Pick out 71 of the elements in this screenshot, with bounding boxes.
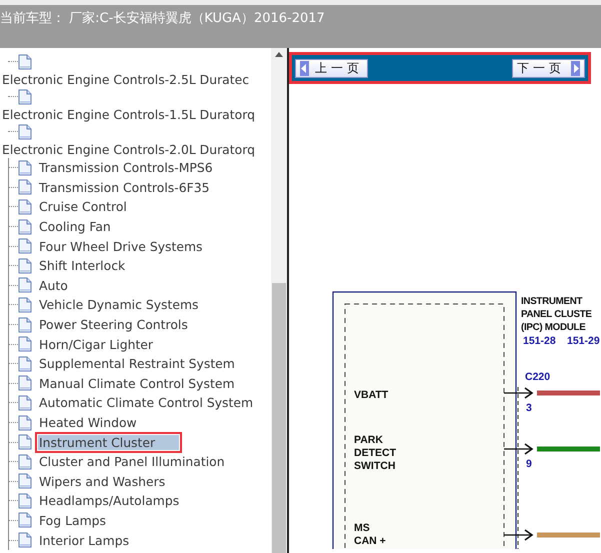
signal-label: MS xyxy=(354,522,370,534)
document-icon xyxy=(18,512,32,528)
tree-item[interactable]: Supplemental Restraint System xyxy=(38,356,236,372)
tree-item[interactable]: Instrument Cluster xyxy=(38,434,180,450)
tree-item[interactable]: Electronic Engine Controls-2.0L Duratorq xyxy=(2,142,255,156)
tree-item[interactable]: Heated Window xyxy=(38,415,138,430)
page-reference: 151-28 xyxy=(523,335,556,347)
document-icon xyxy=(18,434,32,450)
tree-item[interactable]: Wipers and Washers xyxy=(38,474,166,489)
tree-item[interactable]: Interior Lamps xyxy=(38,532,130,548)
document-icon xyxy=(18,394,32,411)
module-title: INSTRUMENT xyxy=(521,296,582,307)
module-title: PANEL CLUSTE xyxy=(521,309,592,320)
tree-item[interactable]: Fog Lamps xyxy=(38,512,107,528)
current-model-title: 当前车型： 厂家:C-长安福特翼虎（KUGA）2016-2017 xyxy=(0,10,326,27)
document-icon xyxy=(18,160,32,176)
right-arrow-icon xyxy=(571,60,580,76)
next-page-button[interactable]: 下一页 xyxy=(512,58,585,78)
tree-item[interactable]: Manual Climate Control System xyxy=(38,376,236,391)
document-icon xyxy=(18,454,32,470)
document-icon xyxy=(18,375,32,392)
document-icon xyxy=(18,277,32,294)
tree-item[interactable]: Four Wheel Drive Systems xyxy=(38,238,204,254)
left-arrow-icon xyxy=(300,60,309,76)
module-title: (IPC) MODULE xyxy=(521,322,586,333)
document-icon xyxy=(18,473,32,490)
document-icon xyxy=(18,356,32,372)
connector-label: C220 xyxy=(525,371,550,383)
scroll-up-icon[interactable] xyxy=(275,52,283,57)
document-icon xyxy=(18,198,32,215)
tree-item[interactable]: Power Steering Controls xyxy=(38,317,189,332)
document-icon xyxy=(18,492,32,509)
scrollbar[interactable] xyxy=(271,48,287,553)
tree-item[interactable]: Electronic Engine Controls-1.5L Duratorq xyxy=(2,106,255,122)
document-icon xyxy=(18,316,32,333)
document-icon xyxy=(18,258,32,274)
tree-item[interactable]: Shift Interlock xyxy=(38,258,126,274)
tree-item[interactable]: Cooling Fan xyxy=(38,219,112,234)
document-icon xyxy=(18,336,32,352)
signal-label: VBATT xyxy=(354,389,388,401)
document-icon xyxy=(18,532,32,548)
document-icon xyxy=(18,414,32,431)
pin-number: 3 xyxy=(526,402,532,414)
document-icon xyxy=(18,54,32,70)
document-icon xyxy=(18,88,32,104)
tree-item[interactable]: Vehicle Dynamic Systems xyxy=(38,297,200,312)
tree-item[interactable]: Automatic Climate Control System xyxy=(38,395,254,410)
pin-number: 9 xyxy=(526,458,532,470)
pin-arrow xyxy=(504,443,534,455)
signal-label: CAN + xyxy=(354,535,386,547)
tree-item[interactable]: Cruise Control xyxy=(38,199,128,214)
tree-item[interactable]: Electronic Engine Controls-2.5L Duratec xyxy=(2,72,250,86)
signal-label: PARK xyxy=(354,434,383,446)
previous-page-button[interactable]: 上一页 xyxy=(295,58,368,78)
document-icon xyxy=(18,218,32,235)
signal-label: SWITCH xyxy=(354,460,396,472)
tree-item[interactable]: Horn/Cigar Lighter xyxy=(38,336,154,352)
document-icon xyxy=(18,179,32,196)
tree-item[interactable]: Cluster and Panel Illumination xyxy=(38,454,226,470)
page-reference: 151-29 xyxy=(567,335,600,347)
signal-label: DETECT xyxy=(354,447,396,459)
tree-item[interactable]: Auto xyxy=(38,278,69,293)
tree-item[interactable]: Transmission Controls-MPS6 xyxy=(38,160,214,176)
pin-arrow xyxy=(504,529,534,541)
document-icon xyxy=(18,296,32,313)
document-icon xyxy=(18,238,32,254)
document-icon xyxy=(18,124,32,140)
tree-item[interactable]: Headlamps/Autolamps xyxy=(38,493,180,508)
pin-arrow xyxy=(504,387,534,399)
tree-item[interactable]: Transmission Controls-6F35 xyxy=(38,180,210,195)
scrollbar-thumb[interactable] xyxy=(272,283,286,553)
